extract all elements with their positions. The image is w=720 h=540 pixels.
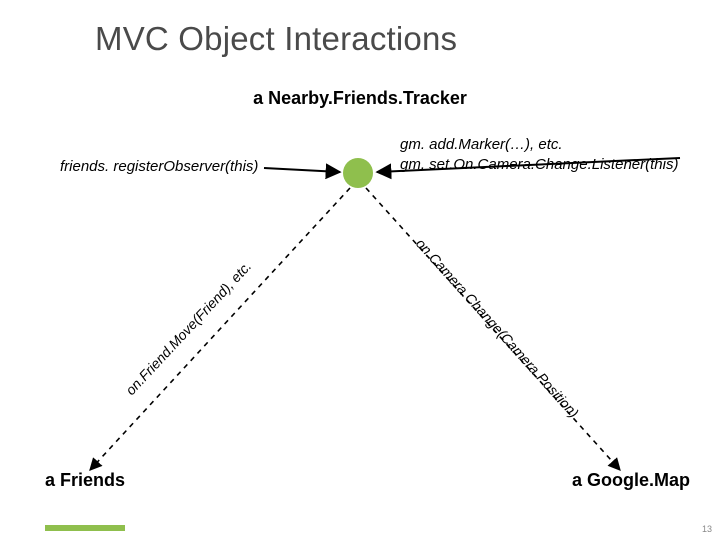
friends-label: a Friends xyxy=(45,470,125,491)
diagram-svg xyxy=(0,0,720,540)
gmap-label: a Google.Map xyxy=(572,470,690,491)
slide: MVC Object Interactions a Nearby.Friends… xyxy=(0,0,720,540)
page-number: 13 xyxy=(702,524,712,534)
accent-bar xyxy=(45,525,125,531)
tracker-node xyxy=(343,158,373,188)
